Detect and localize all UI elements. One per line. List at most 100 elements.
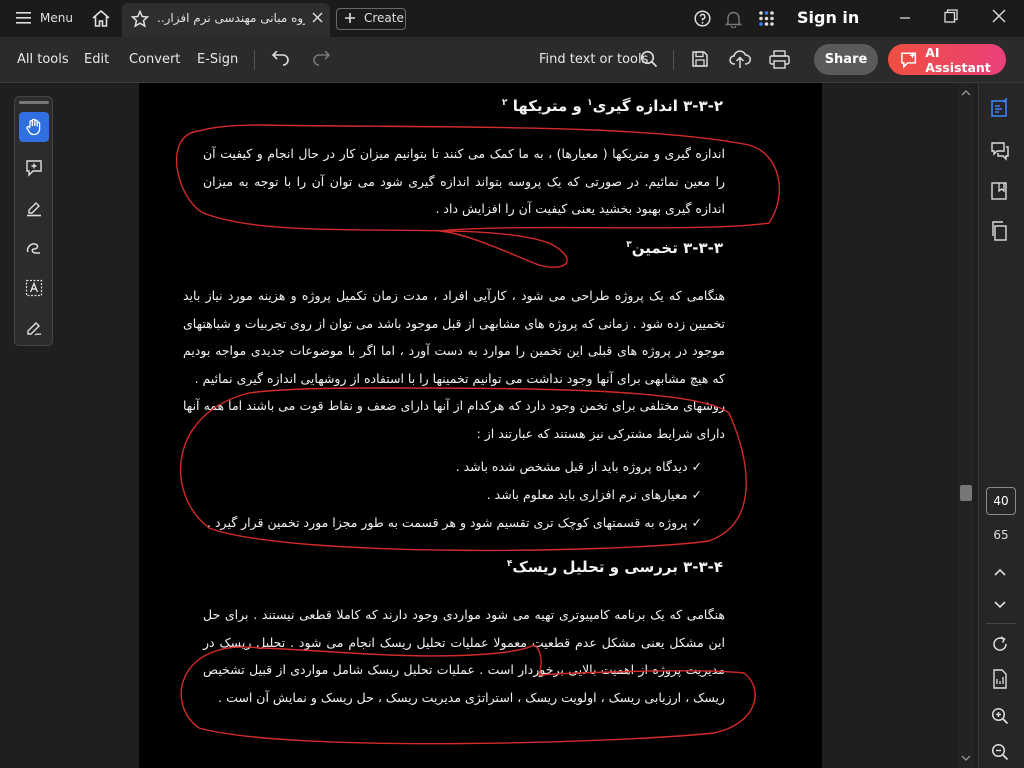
- comments-panel-button[interactable]: [986, 137, 1014, 165]
- pages-panel-button[interactable]: [986, 217, 1014, 245]
- heading-text: تخمین: [631, 239, 678, 257]
- section-heading-3-3-2: ۳-۳-۲ اندازه گیری۱ و متریکها ۲: [502, 97, 723, 115]
- menu-button[interactable]: Menu: [16, 11, 73, 25]
- close-tab-button[interactable]: [311, 11, 324, 24]
- add-text-button[interactable]: [19, 273, 49, 303]
- sign-in-link[interactable]: Sign in: [797, 8, 859, 27]
- bullet-item: ✓ پروژه به قسمتهای کوچک تری تقسیم شود و …: [207, 515, 702, 530]
- highlight-button[interactable]: [19, 193, 49, 223]
- footnote-marker: ۲: [501, 98, 508, 108]
- search-icon: [640, 50, 658, 68]
- edit-menu[interactable]: Edit: [84, 52, 109, 67]
- heading-number: ۳-۳-۳: [683, 239, 723, 257]
- redo-button[interactable]: [311, 51, 331, 67]
- hamburger-icon: [16, 12, 31, 24]
- cloud-upload-icon: [729, 50, 751, 68]
- check-icon: ✓: [691, 459, 702, 474]
- document-page[interactable]: ۳-۳-۲ اندازه گیری۱ و متریکها ۲ اندازه گی…: [139, 83, 822, 768]
- help-icon: [694, 10, 711, 27]
- toolbar-divider: [673, 50, 674, 70]
- close-icon: [312, 12, 323, 23]
- hand-tool-button[interactable]: [19, 112, 49, 142]
- bullet-text: معیارهای نرم افزاری باید معلوم باشد .: [486, 487, 688, 502]
- esign-menu[interactable]: E-Sign: [197, 52, 238, 67]
- add-comment-button[interactable]: [19, 153, 49, 183]
- bookmark-icon: [991, 182, 1007, 200]
- scrollbar-thumb[interactable]: [960, 485, 972, 501]
- close-window-button[interactable]: [992, 9, 1006, 23]
- create-label: Create: [364, 11, 404, 25]
- print-button[interactable]: [769, 50, 790, 69]
- text-box-icon: [25, 279, 43, 297]
- toolbar-divider: [254, 50, 255, 70]
- favorite-star-button[interactable]: [131, 10, 149, 28]
- maximize-button[interactable]: [944, 9, 958, 23]
- paragraph-estimation-methods: روشهای مختلفی برای تخمن وجود دارد که هرک…: [183, 398, 725, 441]
- quick-tools-panel: [14, 96, 53, 346]
- heading-text: بررسی و تحلیل ریسک: [512, 558, 678, 576]
- paragraph-estimation: هنگامی که یک پروژه طراحی می شود ، کارآیی…: [183, 288, 725, 386]
- save-icon: [692, 51, 708, 67]
- bullet-text: پروژه به قسمتهای کوچک تری تقسیم شود و هر…: [207, 515, 688, 530]
- ai-assistant-button[interactable]: AI Assistant: [888, 44, 1006, 75]
- zoom-out-icon: [991, 743, 1009, 761]
- current-page-input[interactable]: 40: [986, 487, 1016, 515]
- zoom-out-button[interactable]: [986, 738, 1014, 766]
- sign-button[interactable]: [19, 313, 49, 343]
- ai-assistant-label: AI Assistant: [925, 44, 991, 75]
- bullet-item: ✓ معیارهای نرم افزاری باید معلوم باشد .: [487, 487, 702, 502]
- paragraph-risk-analysis: هنگامی که یک برنامه کامپیوتری تهیه می شو…: [203, 607, 725, 705]
- highlighter-icon: [27, 202, 41, 217]
- chevron-up-icon: [994, 568, 1006, 576]
- upload-button[interactable]: [729, 49, 751, 69]
- undo-button[interactable]: [271, 51, 291, 67]
- check-icon: ✓: [691, 487, 702, 502]
- bookmarks-panel-button[interactable]: [986, 177, 1014, 205]
- signature-icon: [27, 322, 42, 336]
- zoom-in-button[interactable]: [986, 702, 1014, 730]
- all-tools-menu[interactable]: All tools: [17, 52, 69, 67]
- convert-menu[interactable]: Convert: [129, 52, 180, 67]
- chevron-down-icon: [994, 601, 1006, 609]
- star-icon: [131, 10, 149, 28]
- restore-window-icon: [944, 9, 958, 23]
- vertical-scrollbar[interactable]: [958, 83, 974, 768]
- home-button[interactable]: [91, 9, 111, 28]
- bell-icon: [725, 11, 742, 28]
- zoom-in-icon: [991, 707, 1009, 725]
- share-button[interactable]: Share: [814, 44, 878, 75]
- heading-text: اندازه گیری: [592, 97, 678, 115]
- check-icon: ✓: [691, 515, 702, 530]
- heading-text: و متریکها: [512, 97, 582, 115]
- apps-grid-icon: [759, 11, 774, 26]
- next-page-button[interactable]: [986, 591, 1014, 619]
- plus-icon: [345, 13, 355, 23]
- rail-divider: [986, 623, 1016, 624]
- previous-page-button[interactable]: [986, 558, 1014, 586]
- minimize-button[interactable]: [899, 12, 911, 24]
- scroll-down-arrow-icon[interactable]: [958, 753, 974, 763]
- panel-drag-handle[interactable]: [19, 101, 49, 104]
- freehand-draw-icon: [26, 243, 40, 254]
- close-window-icon: [992, 9, 1006, 23]
- draw-button[interactable]: [19, 233, 49, 263]
- tab-title: جزوه مبانی مهندسی نرم افزار..: [157, 11, 305, 25]
- save-button[interactable]: [691, 50, 709, 68]
- search-button[interactable]: [640, 50, 658, 68]
- section-heading-3-3-4: ۳-۳-۴ بررسی و تحلیل ریسک۴: [507, 558, 723, 576]
- scroll-up-arrow-icon[interactable]: [958, 88, 974, 98]
- edit-panel-button[interactable]: [986, 94, 1014, 122]
- find-text-label[interactable]: Find text or tools: [539, 52, 648, 67]
- section-heading-3-3-3: ۳-۳-۳ تخمین۳: [626, 239, 723, 257]
- copy-pages-icon: [992, 221, 1007, 241]
- rotate-icon: [993, 636, 1007, 651]
- comments-icon: [991, 142, 1009, 161]
- notifications-button[interactable]: [725, 10, 742, 28]
- help-button[interactable]: [694, 10, 711, 27]
- heading-number: ۳-۳-۴: [683, 558, 723, 576]
- rotate-button[interactable]: [986, 630, 1014, 658]
- page-settings-button[interactable]: [986, 665, 1014, 693]
- apps-button[interactable]: [758, 10, 775, 27]
- redo-icon: [313, 51, 331, 66]
- minimize-icon: [900, 17, 910, 19]
